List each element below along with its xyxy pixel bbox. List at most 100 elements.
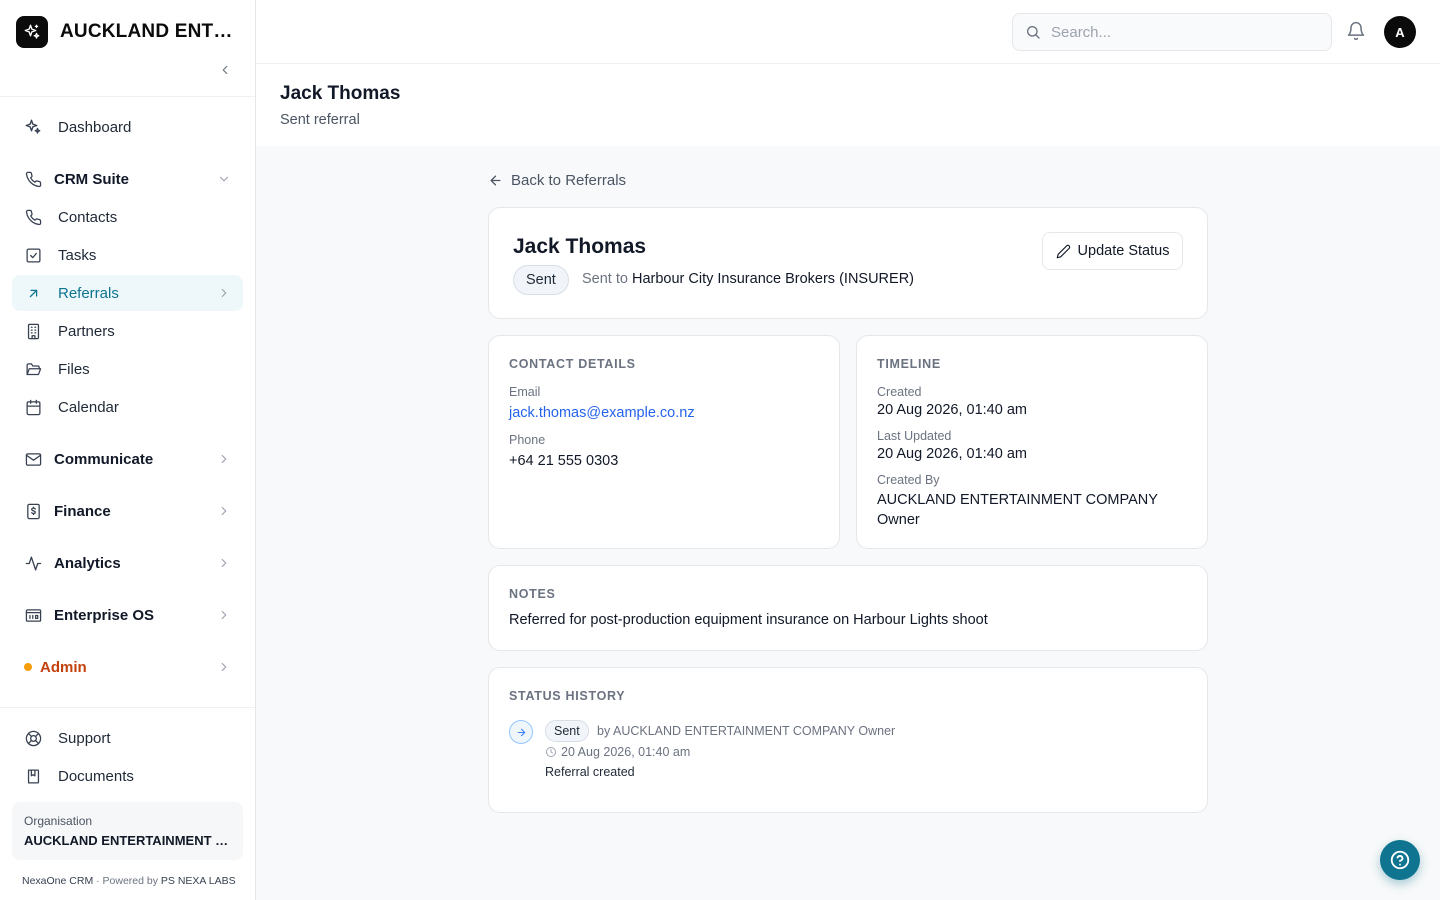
phone-value: +64 21 555 0303 [509, 453, 619, 469]
sidebar-item-contacts[interactable]: Contacts [12, 199, 243, 235]
sidebar-group-label: Finance [54, 502, 111, 520]
notifications-button[interactable] [1346, 21, 1366, 41]
sidebar-item-tasks[interactable]: Tasks [12, 237, 243, 273]
phone-icon [24, 208, 42, 226]
sidebar-item-label: Partners [58, 322, 115, 340]
chevron-right-icon [221, 662, 227, 672]
back-to-referrals-link[interactable]: Back to Referrals [488, 172, 626, 189]
sidebar-item-referrals[interactable]: Referrals [12, 275, 243, 311]
search-input[interactable] [1051, 23, 1311, 41]
email-link[interactable]: jack.thomas@example.co.nz [509, 405, 695, 421]
sidebar-item-dashboard[interactable]: Dashboard [12, 109, 243, 145]
search-icon [1027, 26, 1040, 39]
page-subtitle: Sent referral [280, 112, 360, 128]
email-label: Email [509, 385, 541, 399]
building-icon [24, 322, 42, 340]
organisation-switcher[interactable]: Organisation AUCKLAND ENTERTAINMENT COMP… [12, 802, 243, 860]
sidebar-group-finance[interactable]: Finance [12, 493, 243, 529]
sidebar-group-enterprise-os[interactable]: Enterprise OS [12, 597, 243, 633]
chevron-right-icon [221, 610, 227, 620]
sidebar-item-label: Support [58, 729, 111, 747]
sidebar-footer: NexaOne CRM · Powered by PS NEXA LABS [22, 875, 236, 887]
sidebar-group-label: Enterprise OS [54, 606, 155, 624]
collapse-sidebar-button[interactable] [214, 59, 236, 81]
phone-icon [24, 170, 42, 188]
sidebar-item-label: Documents [58, 767, 134, 785]
brand[interactable]: AUCKLAND ENTERTAINMENT COMPANY [16, 16, 240, 48]
chevron-right-icon [221, 506, 227, 516]
folder-open-icon [24, 360, 42, 378]
last-updated-label: Last Updated [877, 429, 952, 443]
sidebar: AUCKLAND ENTERTAINMENT COMPANY Dashboard… [0, 0, 256, 900]
organisation-label: Organisation [24, 814, 93, 828]
powered-by-label: Powered by [102, 875, 158, 887]
sidebar-item-label: Dashboard [58, 118, 132, 136]
notes-card: Notes Referred for post-production equip… [488, 565, 1208, 651]
sidebar-group-label: Analytics [54, 554, 121, 572]
mail-icon [24, 450, 42, 468]
organisation-name: AUCKLAND ENTERTAINMENT COMPANY [24, 833, 231, 848]
history-timestamp: 20 Aug 2026, 01:40 am [545, 745, 690, 759]
created-by-value: AUCKLAND ENTERTAINMENT COMPANY Owner [877, 492, 1158, 528]
sidebar-item-calendar[interactable]: Calendar [12, 389, 243, 425]
sidebar-divider [0, 96, 255, 97]
help-button[interactable] [1380, 840, 1420, 880]
checkbox-icon [24, 246, 42, 264]
arrow-right-icon [517, 728, 525, 736]
user-avatar[interactable]: A [1384, 16, 1416, 48]
sidebar-item-label: Referrals [58, 284, 119, 302]
clock-icon [546, 747, 556, 757]
section-title: Notes [509, 587, 556, 601]
sidebar-item-documents[interactable]: Documents [12, 758, 243, 794]
search-box[interactable] [1012, 13, 1332, 51]
section-title: Contact Details [509, 357, 636, 371]
created-by-label: Created By [877, 473, 940, 487]
sidebar-item-partners[interactable]: Partners [12, 313, 243, 349]
sidebar-item-files[interactable]: Files [12, 351, 243, 387]
chevron-right-icon [221, 558, 227, 568]
calendar-icon [24, 398, 42, 416]
brand-name: AUCKLAND ENTERTAINMENT COMPANY [60, 21, 240, 42]
update-status-button[interactable]: Update Status [1042, 232, 1183, 270]
company-name: PS NEXA LABS [160, 875, 236, 887]
chevron-left-icon [222, 65, 228, 75]
sidebar-item-label: Calendar [58, 398, 119, 416]
update-status-label: Update Status [1077, 243, 1170, 259]
contact-details-card: Contact Details Email jack.thomas@exampl… [488, 335, 840, 549]
sidebar-item-label: Files [58, 360, 90, 378]
page-header: Jack Thomas Sent referral [256, 64, 1440, 146]
top-bar: A [256, 0, 1440, 64]
sidebar-item-support[interactable]: Support [12, 720, 243, 756]
page-title: Jack Thomas [280, 83, 401, 104]
activity-icon [24, 554, 42, 572]
sparkle-logo-icon [16, 16, 48, 48]
arrow-up-right-icon [24, 284, 42, 302]
sidebar-group-label: CRM Suite [54, 170, 129, 188]
timeline-card: Timeline Created 20 Aug 2026, 01:40 am L… [856, 335, 1208, 549]
phone-label: Phone [509, 433, 546, 447]
created-value: 20 Aug 2026, 01:40 am [877, 402, 1027, 418]
last-updated-value: 20 Aug 2026, 01:40 am [877, 446, 1027, 462]
chevron-right-icon [221, 454, 227, 464]
sidebar-group-communicate[interactable]: Communicate [12, 441, 243, 477]
chevron-down-icon [219, 176, 229, 182]
admin-indicator-dot [24, 663, 32, 671]
section-title: Timeline [877, 357, 941, 371]
sidebar-group-label: Communicate [54, 450, 154, 468]
notes-text: Referred for post-production equipment i… [509, 612, 988, 628]
sent-to-prefix: Sent to [582, 271, 628, 287]
history-author: by AUCKLAND ENTERTAINMENT COMPANY Owner [597, 724, 896, 738]
bell-icon [1347, 21, 1365, 41]
sidebar-group-admin[interactable]: Admin [12, 649, 243, 685]
sent-to-partner: Harbour City Insurance Brokers (INSURER) [631, 271, 915, 287]
status-history-card: Status History Sent by AUCKLAND ENTERTAI… [488, 667, 1208, 813]
arrow-left-icon [490, 175, 501, 186]
history-time-text: 20 Aug 2026, 01:40 am [561, 745, 691, 759]
section-title: Status History [509, 689, 626, 703]
sidebar-group-crm-suite[interactable]: CRM Suite [12, 161, 243, 197]
history-note: Referral created [545, 765, 635, 779]
sidebar-group-analytics[interactable]: Analytics [12, 545, 243, 581]
chevron-right-icon [221, 288, 227, 298]
sparkles-icon [24, 118, 42, 136]
help-circle-icon [1390, 850, 1410, 870]
